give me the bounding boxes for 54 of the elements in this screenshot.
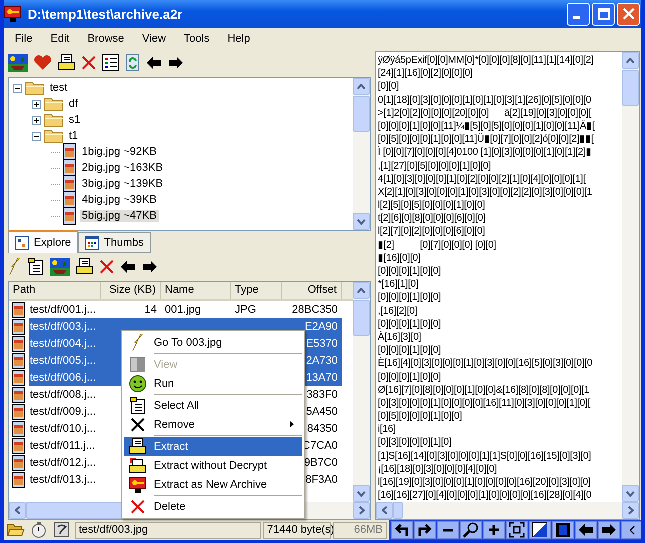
status-path: test/df/003.jpg bbox=[74, 522, 262, 538]
hex-dump-line: X[2][1][0][3][0][0][0][1][0][3][0][0][2][2][0][3][0][0][0][1 bbox=[378, 186, 594, 200]
hex-dump-line: [16][16][27][0][4][0][0][0][1][0][0][0][0][16][28][0][4][0 bbox=[378, 489, 593, 502]
hex-dump-line: È[16][4][0][3][0][0][0][1][0][3][0][0][16][5][0][3][0][0][0 bbox=[378, 357, 594, 370]
hex-dump-line: ,[1][27][0][5][0][0][0][1][0][0] bbox=[378, 160, 492, 173]
table-cell: 001.jpg bbox=[165, 304, 202, 316]
hex-dump-line: [0][0][0][1][0][0] bbox=[378, 265, 442, 278]
hex-dump-line: [0][5][0][0][0][1][0][0][11]Ü▮[0][7][0][0][2]ó[0][0][2]▮▮[ bbox=[378, 133, 595, 146]
hex-dump-line: l[2][7][0][2][0][0][0][6][0][0] bbox=[378, 225, 486, 239]
hex-dump-line: [0][0][0][1][0][0] bbox=[378, 291, 442, 305]
hex-dump-line: ▮[16][0][0] bbox=[378, 252, 422, 265]
hex-dump-line: ,[16][2][0] bbox=[378, 304, 418, 318]
hex-dump-line: t[2][6][0][8][0][0][0][6][0][0] bbox=[378, 212, 487, 226]
table-cell: JPG bbox=[235, 304, 256, 316]
hex-dump-line: Ø[16][7][0][8][0][0][0][1][0][0]&[16][8][0][8][0][0][0][1 bbox=[378, 384, 591, 397]
hex-dump-line: >[1]2[0][2][0][0][0][20][0][0] ä[2][19][0][3][0][0][0][ bbox=[378, 106, 593, 120]
table-cell: 2A730 bbox=[306, 354, 338, 366]
hex-dump-line: ▮[2] [0][7][0][0][0] [0][0] bbox=[378, 238, 498, 252]
hex-dump-line: Ì [0][0][7][0][0][0][4]0100 [1][0][3][0][0][0][1][0][1][2]▮ bbox=[378, 146, 593, 160]
table-cell: test/df/001.j... bbox=[30, 304, 96, 316]
hex-dump-line: i[16] bbox=[378, 423, 397, 436]
table-cell: 5A450 bbox=[306, 406, 338, 418]
hex-dump-line: [1]S[16][14][0][3][0][0][0][1][1]S[0][0][16][15][0][3][0] bbox=[378, 450, 592, 463]
hex-dump-line: l[16][19][0][3][0][0][0][1][0][0][0][0][16][20][0][3][0][0] bbox=[378, 476, 592, 490]
table-cell: test/df/006.j... bbox=[30, 372, 96, 384]
table-cell: 14 bbox=[144, 304, 157, 316]
table-cell: test/df/005.j... bbox=[30, 354, 96, 366]
hex-dump-line: [0][0][0][1][0][0] bbox=[378, 318, 442, 331]
hex-dump-line: ÿØÿá5pExif[0][0]MM[0]*[0][0][0][8][0][11][1][14][0][2] bbox=[378, 54, 595, 68]
table-cell: 13A70 bbox=[306, 372, 338, 384]
hex-dump-line: 4[1][0][3][0][0][0][1][0][2][0][0][2][1][0][4][0][0][0][1][ bbox=[378, 172, 587, 186]
hex-dump-line: l[2][5][0][5][0][0][0][1][0][0] bbox=[378, 199, 486, 212]
table-cell: test/df/009.j... bbox=[30, 406, 96, 418]
hex-dump-line: [0][0][0][1][0][0][11]¼▮[5][0][5][0][0][0][1][0][0][11]Ä▮[ bbox=[378, 120, 596, 134]
hex-dump-line: 0[1][18][0][3][0][0][0][1][0][1][0][3][1][26][0][5][0][0][0 bbox=[378, 94, 592, 107]
hex-dump-line: À[16][3][0] bbox=[378, 330, 422, 344]
hex-dump-line: [0][3][0][0][0][1][0] bbox=[378, 436, 453, 450]
table-cell: test/df/004.j... bbox=[30, 338, 96, 350]
hex-dump-line: [24][1][16][0][2][0][0][0] bbox=[378, 67, 474, 80]
table-cell: E5370 bbox=[306, 338, 338, 350]
table-cell: 28BC350 bbox=[292, 304, 338, 316]
status-memory: 66MB bbox=[333, 522, 388, 538]
table-cell: 383F0 bbox=[306, 388, 338, 400]
table-cell: E2A90 bbox=[304, 320, 338, 332]
table-cell: test/df/003.j... bbox=[30, 320, 96, 332]
hex-dump-line: [0][0][0][1][0][0] bbox=[378, 370, 442, 384]
hex-dump-line: [0][3][0][0][0][1][0][0][0][0][16][11][0][3][0][0][0][1][0][ bbox=[378, 396, 592, 410]
window-title: D:\temp1\test\archive.a2r bbox=[28, 6, 184, 22]
hex-dump-line: [0][0][0][1][0][0] bbox=[378, 344, 442, 357]
hex-dump-line: [0][0] bbox=[378, 80, 400, 94]
table-cell: test/df/008.j... bbox=[30, 388, 96, 400]
hex-dump-line: *[16][1][0] bbox=[378, 278, 420, 292]
hex-dump-line: ¡[16][18][0][3][0][0][0][4][0][0] bbox=[378, 462, 498, 476]
hex-dump-line: [0][5][0][0][0][1][0][0] bbox=[378, 410, 464, 424]
